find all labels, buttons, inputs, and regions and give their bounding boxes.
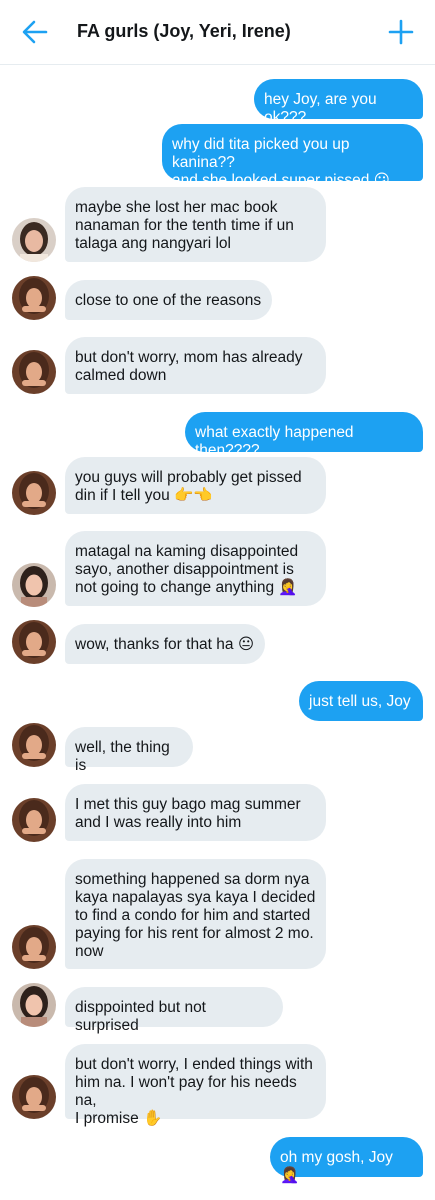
message-bubble-incoming[interactable]: matagal na kaming disappointed sayo, ano…	[65, 531, 326, 606]
avatar-irene[interactable]	[12, 983, 56, 1027]
avatar-irene[interactable]	[12, 563, 56, 607]
message-bubble-incoming[interactable]: wow, thanks for that ha 😐	[65, 624, 265, 664]
conversation-title: FA gurls (Joy, Yeri, Irene)	[77, 21, 291, 41]
avatar-joy[interactable]	[12, 276, 56, 320]
message-bubble-outgoing[interactable]: what exactly happened then????	[185, 412, 423, 459]
avatar-joy[interactable]	[12, 350, 56, 394]
message-bubble-incoming[interactable]: you guys will probably get pissed din if…	[65, 457, 326, 514]
message-bubble-outgoing[interactable]: why did tita picked you up kanina?? and …	[162, 124, 423, 189]
message-bubble-incoming[interactable]: something happened sa dorm nya kaya napa…	[65, 859, 326, 969]
message-bubble-outgoing[interactable]: hey Joy, are you ok???	[254, 79, 423, 126]
arrow-left-icon[interactable]	[20, 18, 50, 46]
message-bubble-incoming[interactable]: but don't worry, I ended things with him…	[65, 1044, 326, 1127]
message-bubble-incoming[interactable]: maybe she lost her mac book nanaman for …	[65, 187, 326, 262]
avatar-joy[interactable]	[12, 1075, 56, 1119]
message-bubble-incoming[interactable]: I met this guy bago mag summer and I was…	[65, 784, 326, 841]
avatar-joy[interactable]	[12, 723, 56, 767]
avatar-yeri[interactable]	[12, 218, 56, 262]
message-bubble-incoming[interactable]: close to one of the reasons	[65, 280, 272, 320]
message-bubble-incoming[interactable]: well, the thing is	[65, 727, 193, 774]
message-bubble-incoming[interactable]: disppointed but not surprised	[65, 987, 283, 1034]
conversation-header: FA gurls (Joy, Yeri, Irene)	[0, 0, 435, 65]
plus-icon[interactable]	[388, 19, 414, 45]
avatar-joy[interactable]	[12, 620, 56, 664]
avatar-joy[interactable]	[12, 798, 56, 842]
message-bubble-incoming[interactable]: but don't worry, mom has already calmed …	[65, 337, 326, 394]
avatar-joy[interactable]	[12, 471, 56, 515]
avatar-joy[interactable]	[12, 925, 56, 969]
message-bubble-outgoing[interactable]: just tell us, Joy	[299, 681, 423, 721]
message-bubble-outgoing[interactable]: oh my gosh, Joy 🤦‍♀️	[270, 1137, 423, 1184]
